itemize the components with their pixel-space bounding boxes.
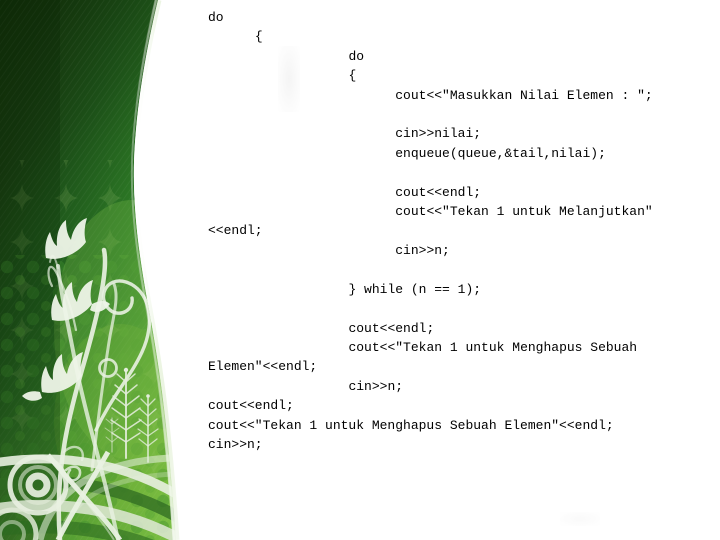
tulip-flower-lower (22, 352, 83, 401)
code-line: cout<<endl; (208, 398, 294, 414)
code-line: cin>>n; (208, 242, 450, 258)
code-line: } while (n == 1); (208, 281, 482, 297)
concentric-rings (7, 454, 69, 516)
green-floral-sidebar-decoration (0, 0, 200, 540)
watermark-smudge-artifact-bottom (560, 512, 600, 526)
code-line: cout<<endl; (208, 184, 482, 200)
slide-canvas: do { do { cout<<"Masukkan Nilai Elemen :… (0, 0, 720, 540)
code-line: cin>>nilai; (208, 126, 482, 142)
code-line: cout<<"Tekan 1 untuk Menghapus Sebuah El… (208, 339, 645, 375)
code-line: { (208, 68, 357, 84)
code-line: do (208, 48, 365, 64)
code-line: cout<<endl; (208, 320, 435, 336)
sidebar-silhouette (0, 0, 176, 540)
code-line: cout<<"Masukkan Nilai Elemen : "; (208, 87, 653, 103)
code-line: cout<<"Tekan 1 untuk Menghapus Sebuah El… (208, 417, 614, 433)
fern-sprig-tiny (104, 417, 120, 453)
code-line: cout<<"Tekan 1 untuk Melanjutkan"<<endl; (208, 204, 653, 239)
code-text-block: do { do { cout<<"Masukkan Nilai Elemen :… (208, 8, 698, 454)
floral-swirl-stems (47, 247, 152, 540)
fern-sprig-right (137, 394, 159, 463)
concentric-arc-band (0, 454, 176, 540)
sidebar-graphic (0, 0, 200, 540)
ribbon-cross (46, 450, 123, 540)
concentric-rings-small (0, 507, 39, 540)
code-line: do (208, 10, 224, 25)
code-line: enqueue(queue,&tail,nilai); (208, 145, 606, 161)
tulip-flower-mid (51, 280, 110, 321)
fern-sprig-left (110, 367, 142, 459)
code-line: { (208, 29, 263, 45)
tulip-flower-top (45, 218, 87, 259)
concentric-arc-band-2 (36, 454, 173, 540)
code-line: cin>>n; (208, 436, 263, 452)
curved-edge-highlight (130, 0, 200, 540)
code-line: cin>>n; (208, 378, 404, 394)
